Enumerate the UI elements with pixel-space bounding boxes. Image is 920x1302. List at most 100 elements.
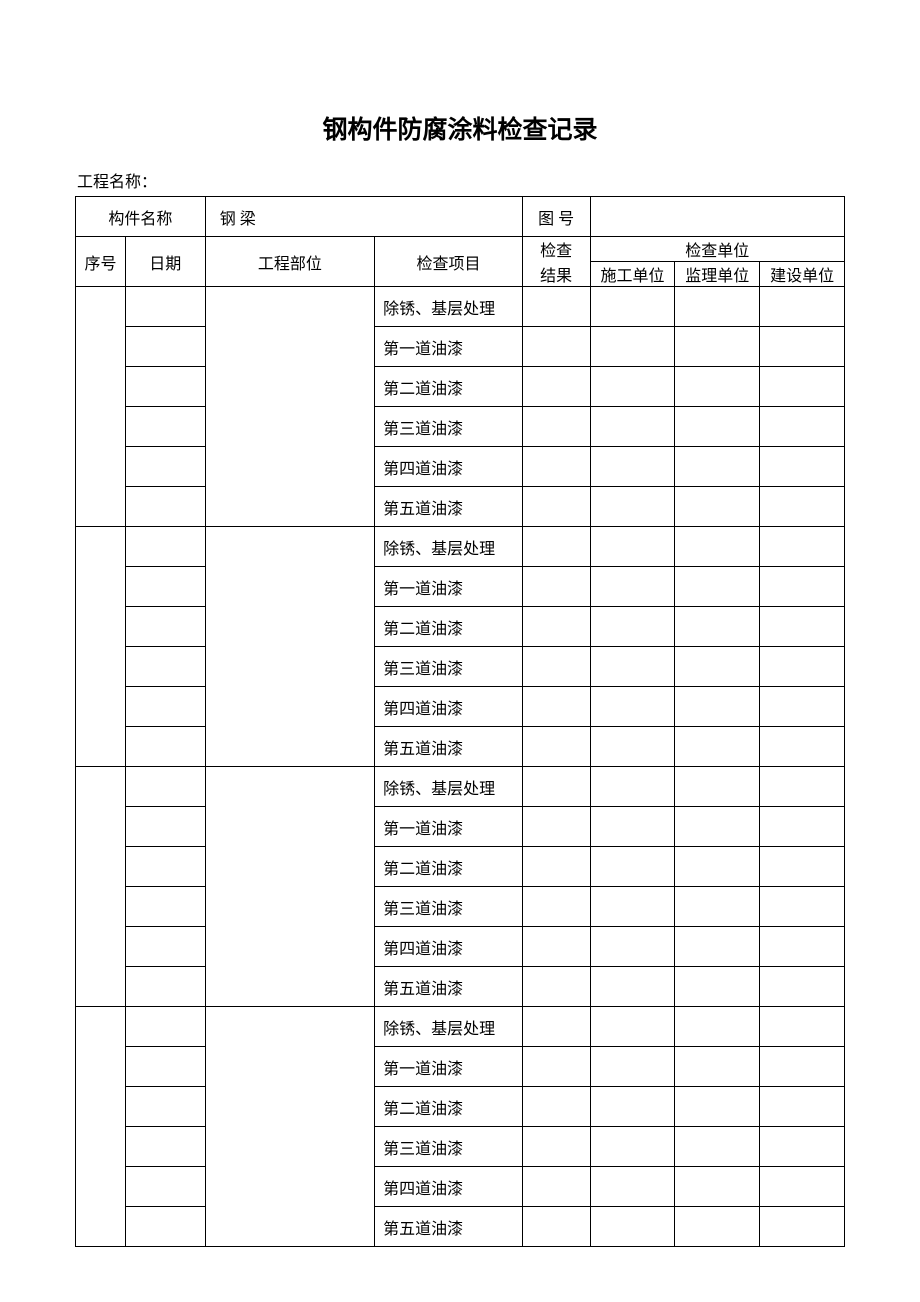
construction-unit-cell	[590, 407, 675, 447]
inspection-item-cell: 除锈、基层处理	[375, 527, 523, 567]
supervision-unit-cell	[675, 1087, 760, 1127]
construction-unit-cell	[590, 567, 675, 607]
table-row: 第三道油漆	[76, 407, 845, 447]
construction-unit-cell	[590, 967, 675, 1007]
construction-unit-cell	[590, 927, 675, 967]
table-row: 除锈、基层处理	[76, 1007, 845, 1047]
owner-unit-cell	[760, 487, 845, 527]
date-cell	[125, 607, 205, 647]
construction-unit-cell	[590, 687, 675, 727]
owner-unit-cell	[760, 1007, 845, 1047]
table-body: 除锈、基层处理第一道油漆第二道油漆第三道油漆第四道油漆第五道油漆除锈、基层处理第…	[76, 287, 845, 1247]
supervision-unit-cell	[675, 567, 760, 607]
date-cell	[125, 327, 205, 367]
component-name-value: 钢 梁	[205, 197, 522, 237]
owner-unit-cell	[760, 647, 845, 687]
date-cell	[125, 687, 205, 727]
supervision-unit-cell	[675, 367, 760, 407]
result-cell	[522, 327, 590, 367]
supervision-unit-cell	[675, 527, 760, 567]
table-row: 第五道油漆	[76, 1207, 845, 1247]
inspection-item-cell: 第一道油漆	[375, 1047, 523, 1087]
supervision-unit-cell	[675, 807, 760, 847]
supervision-unit-cell	[675, 447, 760, 487]
table-row: 第一道油漆	[76, 1047, 845, 1087]
part-cell	[205, 1007, 374, 1247]
inspection-item-cell: 第二道油漆	[375, 1087, 523, 1127]
document-title: 钢构件防腐涂料检查记录	[75, 110, 845, 146]
owner-unit-cell	[760, 527, 845, 567]
supervision-unit-cell	[675, 1207, 760, 1247]
construction-unit-cell	[590, 807, 675, 847]
part-cell	[205, 527, 374, 767]
result-cell	[522, 767, 590, 807]
inspection-item-cell: 第四道油漆	[375, 687, 523, 727]
construction-unit-cell	[590, 1007, 675, 1047]
table-row: 第四道油漆	[76, 1167, 845, 1207]
table-row: 第一道油漆	[76, 807, 845, 847]
table-row: 第一道油漆	[76, 567, 845, 607]
check-unit-header: 检查单位	[590, 237, 844, 262]
owner-unit-cell	[760, 727, 845, 767]
result-cell	[522, 527, 590, 567]
table-row: 第四道油漆	[76, 687, 845, 727]
construction-unit-cell	[590, 527, 675, 567]
supervision-unit-cell	[675, 967, 760, 1007]
table-row: 第四道油漆	[76, 927, 845, 967]
table-row: 第一道油漆	[76, 327, 845, 367]
table-row: 第五道油漆	[76, 727, 845, 767]
part-header: 工程部位	[205, 237, 374, 287]
owner-unit-cell	[760, 407, 845, 447]
supervision-unit-cell	[675, 607, 760, 647]
date-cell	[125, 1047, 205, 1087]
supervision-unit-cell	[675, 1007, 760, 1047]
owner-unit-cell	[760, 1127, 845, 1167]
result-cell	[522, 407, 590, 447]
drawing-no-label: 图 号	[522, 197, 590, 237]
table-row: 第三道油漆	[76, 647, 845, 687]
inspection-item-cell: 第二道油漆	[375, 367, 523, 407]
table-header-row-2: 序号 日期 工程部位 检查项目 检查 检查单位	[76, 237, 845, 262]
table-header-row-1: 构件名称 钢 梁 图 号	[76, 197, 845, 237]
result-header-line2: 结果	[522, 262, 590, 287]
table-row: 第二道油漆	[76, 847, 845, 887]
construction-unit-cell	[590, 1207, 675, 1247]
result-cell	[522, 447, 590, 487]
construction-unit-cell	[590, 767, 675, 807]
construction-unit-cell	[590, 647, 675, 687]
construction-unit-cell	[590, 1047, 675, 1087]
owner-unit-cell	[760, 967, 845, 1007]
component-name-label: 构件名称	[76, 197, 206, 237]
drawing-no-value	[590, 197, 844, 237]
result-cell	[522, 1007, 590, 1047]
table-row: 除锈、基层处理	[76, 527, 845, 567]
supervision-unit-cell	[675, 407, 760, 447]
construction-unit-cell	[590, 1087, 675, 1127]
result-cell	[522, 647, 590, 687]
date-cell	[125, 927, 205, 967]
result-cell	[522, 807, 590, 847]
inspection-item-cell: 第一道油漆	[375, 567, 523, 607]
owner-unit-cell	[760, 607, 845, 647]
part-cell	[205, 287, 374, 527]
construction-unit-cell	[590, 607, 675, 647]
date-cell	[125, 1207, 205, 1247]
result-cell	[522, 607, 590, 647]
seq-cell	[76, 1007, 126, 1247]
date-cell	[125, 287, 205, 327]
date-cell	[125, 767, 205, 807]
supervision-unit-cell	[675, 887, 760, 927]
date-cell	[125, 447, 205, 487]
owner-unit-cell	[760, 687, 845, 727]
date-cell	[125, 567, 205, 607]
construction-unit-cell	[590, 487, 675, 527]
result-cell	[522, 967, 590, 1007]
inspection-item-cell: 第二道油漆	[375, 847, 523, 887]
owner-unit-cell	[760, 1207, 845, 1247]
inspection-item-cell: 第四道油漆	[375, 1167, 523, 1207]
project-name-label: 工程名称：	[75, 168, 845, 192]
inspection-record-table: 构件名称 钢 梁 图 号 序号 日期 工程部位 检查项目 检查 检查单位 结果 …	[75, 196, 845, 1247]
date-cell	[125, 527, 205, 567]
inspection-item-cell: 第三道油漆	[375, 407, 523, 447]
result-cell	[522, 727, 590, 767]
